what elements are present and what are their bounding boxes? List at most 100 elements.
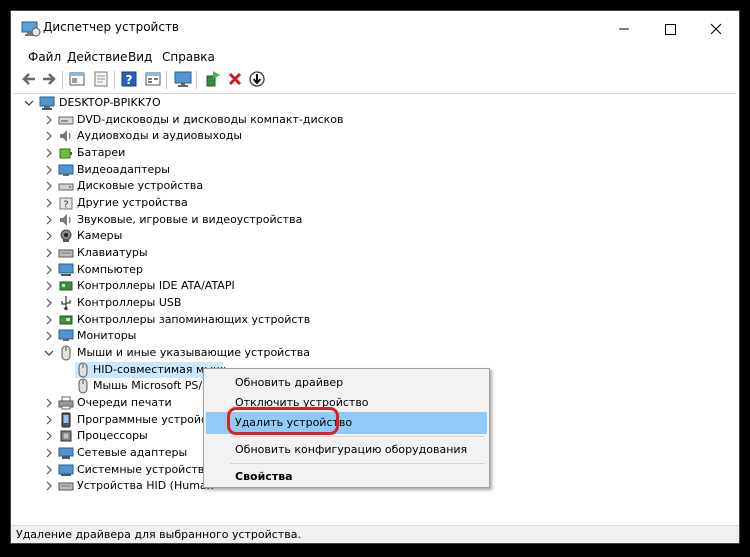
tree-item-label: Контроллеры IDE ATA/ATAPI bbox=[77, 279, 235, 292]
maximize-icon bbox=[665, 24, 676, 35]
monitor-icon[interactable] bbox=[174, 70, 192, 88]
tree-item-dvd[interactable]: DVD-дисководы и дисководы компакт-дисков bbox=[41, 112, 441, 128]
tree-root[interactable]: DESKTOP-BPIKK7O bbox=[21, 95, 321, 111]
tree-item-label: Видеоадаптеры bbox=[77, 163, 170, 176]
tree-item-software[interactable]: Программные устройства bbox=[41, 412, 213, 428]
chevron-right-icon[interactable] bbox=[41, 412, 57, 428]
view-icon[interactable] bbox=[144, 70, 162, 88]
chevron-right-icon[interactable] bbox=[41, 128, 57, 144]
mouse-icon bbox=[78, 378, 88, 394]
minimize-button[interactable] bbox=[601, 11, 647, 47]
chevron-right-icon[interactable] bbox=[41, 428, 57, 444]
tree-item-print-queues[interactable]: Очереди печати bbox=[41, 395, 213, 411]
tree-item-computer[interactable]: Компьютер bbox=[41, 262, 441, 278]
menu-item-update-driver[interactable]: Обновить драйвер bbox=[206, 372, 487, 394]
tree-item-usb[interactable]: Контроллеры USB bbox=[41, 295, 441, 311]
chevron-right-icon[interactable] bbox=[41, 395, 57, 411]
disk-drive-icon bbox=[58, 183, 74, 191]
status-bar: Удаление драйвера для выбранного устройс… bbox=[11, 525, 739, 543]
tree-item-label: Программные устройства bbox=[77, 413, 213, 426]
menu-view[interactable]: Вид bbox=[128, 50, 152, 64]
battery-icon bbox=[59, 148, 72, 159]
tree-item-storage[interactable]: Контроллеры запоминающих устройств bbox=[41, 312, 441, 328]
device-manager-icon bbox=[21, 21, 41, 37]
menu-item-scan-hardware[interactable]: Обновить конфигурацию оборудования bbox=[206, 439, 487, 461]
minimize-icon bbox=[619, 28, 629, 30]
tree-item-label: Процессоры bbox=[77, 429, 148, 442]
maximize-button[interactable] bbox=[647, 11, 693, 47]
chevron-right-icon[interactable] bbox=[41, 195, 57, 211]
processor-icon bbox=[60, 430, 72, 442]
tree-item-hid-mouse[interactable]: HID-совместимая мышь bbox=[75, 362, 230, 378]
tree-item-hid[interactable]: Устройства HID (Human I bbox=[41, 478, 213, 494]
menu-action[interactable]: Действие bbox=[67, 50, 127, 64]
chevron-right-icon[interactable] bbox=[41, 228, 57, 244]
chevron-right-icon[interactable] bbox=[41, 245, 57, 261]
chevron-right-icon[interactable] bbox=[41, 445, 57, 461]
mouse-icon bbox=[61, 345, 71, 361]
chevron-right-icon[interactable] bbox=[41, 462, 57, 478]
help-icon[interactable]: ? bbox=[120, 70, 138, 88]
keyboard-icon bbox=[58, 249, 74, 258]
chevron-right-icon[interactable] bbox=[41, 262, 57, 278]
chevron-right-icon[interactable] bbox=[41, 162, 57, 178]
update-icon[interactable] bbox=[92, 70, 110, 88]
usb-icon bbox=[61, 296, 71, 311]
tree-item-monitors[interactable]: Мониторы bbox=[41, 328, 441, 344]
tree-item-processors[interactable]: Процессоры bbox=[41, 428, 213, 444]
back-icon[interactable] bbox=[20, 70, 38, 88]
tree-item-video[interactable]: Видеоадаптеры bbox=[41, 162, 441, 178]
dvd-drive-icon bbox=[58, 116, 74, 125]
video-adapter-icon bbox=[58, 164, 74, 176]
tree-item-sound[interactable]: Звуковые, игровые и видеоустройства bbox=[41, 212, 441, 228]
tree-item-label: Камеры bbox=[77, 229, 123, 242]
chevron-right-icon[interactable] bbox=[41, 328, 57, 344]
controller-icon bbox=[59, 281, 73, 291]
speaker-icon bbox=[60, 130, 71, 142]
chevron-right-icon[interactable] bbox=[41, 112, 57, 128]
software-device-icon bbox=[61, 412, 71, 428]
tree-root-label: DESKTOP-BPIKK7O bbox=[59, 96, 161, 109]
toolbar: ? bbox=[11, 67, 739, 93]
tree-item-label: Системные устройства bbox=[77, 463, 211, 476]
tree-item-cameras[interactable]: Камеры bbox=[41, 228, 441, 244]
unknown-device-icon: ? bbox=[59, 197, 73, 211]
chevron-right-icon[interactable] bbox=[41, 278, 57, 294]
tree-item-ide[interactable]: Контроллеры IDE ATA/ATAPI bbox=[41, 278, 441, 294]
printer-icon bbox=[58, 396, 74, 410]
menu-help[interactable]: Справка bbox=[162, 50, 215, 64]
tree-item-ps2-mouse[interactable]: Мышь Microsoft PS/2 bbox=[75, 378, 215, 394]
chevron-right-icon[interactable] bbox=[41, 145, 57, 161]
forward-icon[interactable] bbox=[40, 70, 58, 88]
properties-icon[interactable] bbox=[68, 70, 86, 88]
chevron-right-icon[interactable] bbox=[41, 178, 57, 194]
remove-icon[interactable] bbox=[226, 70, 244, 88]
tree-item-mice[interactable]: Мыши и иные указывающие устройства bbox=[41, 345, 441, 361]
tree-item-disks[interactable]: Дисковые устройства bbox=[41, 178, 441, 194]
tree-item-system[interactable]: Системные устройства bbox=[41, 462, 213, 478]
add-driver-icon[interactable] bbox=[204, 70, 222, 88]
menu-file[interactable]: Файл bbox=[28, 50, 61, 64]
tree-item-keyboards[interactable]: Клавиатуры bbox=[41, 245, 441, 261]
tree-item-other[interactable]: ? Другие устройства bbox=[41, 195, 441, 211]
tree-item-network[interactable]: Сетевые адаптеры bbox=[41, 445, 213, 461]
highlight-ring bbox=[227, 407, 339, 435]
chevron-right-icon[interactable] bbox=[41, 295, 57, 311]
chevron-right-icon[interactable] bbox=[41, 478, 57, 494]
close-button[interactable] bbox=[693, 11, 739, 47]
tree-item-audio-io[interactable]: Аудиовходы и аудиовыходы bbox=[41, 128, 441, 144]
tree-item-label: Компьютер bbox=[77, 263, 143, 276]
tree-item-label: Очереди печати bbox=[77, 396, 172, 409]
window-title: Диспетчер устройств bbox=[43, 20, 180, 34]
status-text: Удаление драйвера для выбранного устройс… bbox=[16, 528, 301, 541]
tree-item-batteries[interactable]: Батареи bbox=[41, 145, 441, 161]
chevron-right-icon[interactable] bbox=[41, 312, 57, 328]
sound-icon bbox=[60, 214, 71, 226]
chevron-right-icon[interactable] bbox=[41, 212, 57, 228]
chevron-down-icon[interactable] bbox=[41, 345, 57, 361]
tree-item-label: Батареи bbox=[77, 146, 126, 159]
computer-icon bbox=[39, 96, 55, 110]
download-icon[interactable] bbox=[248, 70, 266, 88]
chevron-down-icon[interactable] bbox=[21, 95, 37, 111]
menu-item-properties[interactable]: Свойства bbox=[206, 466, 487, 488]
